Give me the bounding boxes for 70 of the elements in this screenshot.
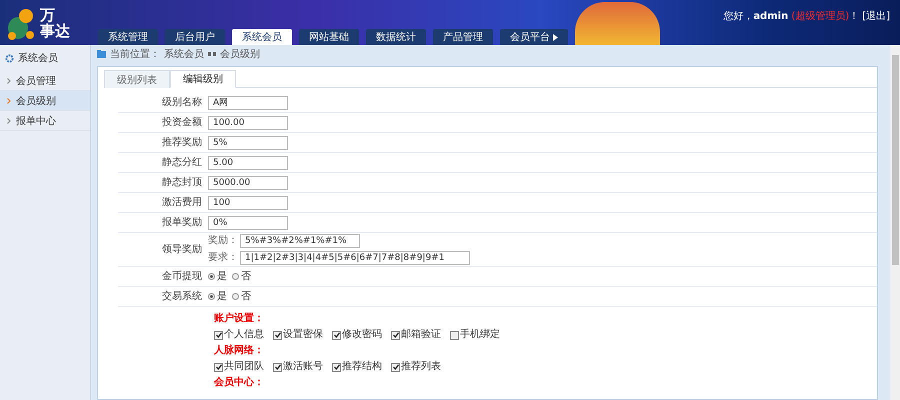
field-label: 推荐奖励 [161, 136, 203, 148]
nav-tab[interactable]: 会员平台 [500, 29, 568, 45]
gear-icon [5, 54, 14, 62]
nav-tab[interactable]: 系统管理 [98, 29, 158, 45]
chevron-icon [7, 98, 11, 104]
logout-link[interactable]: [退出] [862, 9, 890, 23]
radio-option[interactable]: 否 [232, 290, 251, 302]
nav-tab[interactable]: 产品管理 [433, 29, 493, 45]
checkmark-icon [392, 364, 398, 370]
checkmark-icon [274, 364, 280, 370]
checkmark-icon [334, 364, 340, 370]
checkbox-option[interactable]: 推荐结构 [332, 361, 391, 373]
folder-icon [97, 50, 106, 58]
field-label: 金币提现 [161, 270, 203, 282]
input-field[interactable]: 1|1#2|2#3|3|4|4#5|5#6|6#7|7#8|8#9|9#1 [240, 251, 470, 265]
field-label: 报单奖励 [161, 216, 203, 228]
nav-tab[interactable]: 网站基础 [299, 29, 359, 45]
group-title: 人脉网络： [214, 345, 265, 357]
input-field[interactable]: A网 [208, 96, 288, 110]
input-field[interactable]: 100 [208, 196, 288, 210]
field-label: 激活费用 [161, 196, 203, 208]
checkmark-icon [334, 332, 340, 338]
logo-text: 万 事达 [40, 6, 70, 38]
sidebar-title: 系统会员 [18, 52, 58, 65]
input-field[interactable]: 5.00 [208, 156, 288, 170]
breadcrumb-link[interactable]: 会员级别 [220, 47, 260, 61]
checkmark-icon [274, 332, 280, 338]
checkmark-icon [392, 332, 398, 338]
checkbox-option[interactable]: 激活账号 [273, 361, 332, 373]
chevron-icon [7, 118, 11, 124]
radio-option[interactable]: 否 [232, 270, 251, 282]
input-field[interactable]: 5% [208, 136, 288, 150]
scrollbar[interactable] [890, 45, 900, 400]
greeting-text: 您好，admin (超级管理员)！ [723, 10, 860, 23]
checkmark-icon [216, 332, 222, 338]
field-label: 交易系统 [161, 290, 203, 302]
checkbox-option[interactable]: 个人信息 [214, 329, 273, 341]
field-label: 静态分红 [161, 156, 203, 168]
group-title: 账户设置： [214, 313, 265, 325]
checkbox-option[interactable]: 设置密保 [273, 329, 332, 341]
breadcrumb-link[interactable]: 系统会员 [164, 47, 204, 61]
checkbox-option[interactable]: 共同团队 [214, 361, 273, 373]
sidebar-item[interactable]: 会员级别 [0, 91, 90, 111]
field-label: 投资金额 [161, 116, 203, 128]
checkbox-option[interactable]: 邮箱验证 [391, 329, 450, 341]
checkbox-option[interactable]: 手机绑定 [450, 329, 509, 341]
checkbox-option[interactable]: 修改密码 [332, 329, 391, 341]
input-field[interactable]: 100.00 [208, 116, 288, 130]
sidebar-item[interactable]: 报单中心 [0, 111, 90, 131]
tab[interactable]: 编辑级别 [170, 70, 236, 88]
chevron-icon [7, 78, 11, 84]
field-label: 级别名称 [161, 96, 203, 108]
sub-label: 奖励： [208, 235, 238, 247]
checkbox-option[interactable]: 推荐列表 [391, 361, 450, 373]
field-label: 静态封顶 [161, 176, 203, 188]
tab[interactable]: 级别列表 [104, 70, 170, 88]
checkmark-icon [216, 364, 222, 370]
nav-tab[interactable]: 后台用户 [165, 29, 225, 45]
sub-label: 要求： [208, 252, 238, 264]
radio-option[interactable]: 是 [208, 290, 227, 302]
input-field[interactable]: 5%#3%#2%#1%#1% [240, 234, 360, 248]
breadcrumb-label: 当前位置： [110, 48, 160, 61]
group-title: 会员中心： [214, 377, 265, 389]
input-field[interactable]: 5000.00 [208, 176, 288, 190]
nav-tab[interactable]: 系统会员 [232, 29, 292, 45]
radio-option[interactable]: 是 [208, 270, 227, 282]
input-field[interactable]: 0% [208, 216, 288, 230]
nav-tab[interactable]: 数据统计 [366, 29, 426, 45]
separator-icon [208, 52, 216, 56]
field-label: 领导奖励 [161, 244, 203, 256]
